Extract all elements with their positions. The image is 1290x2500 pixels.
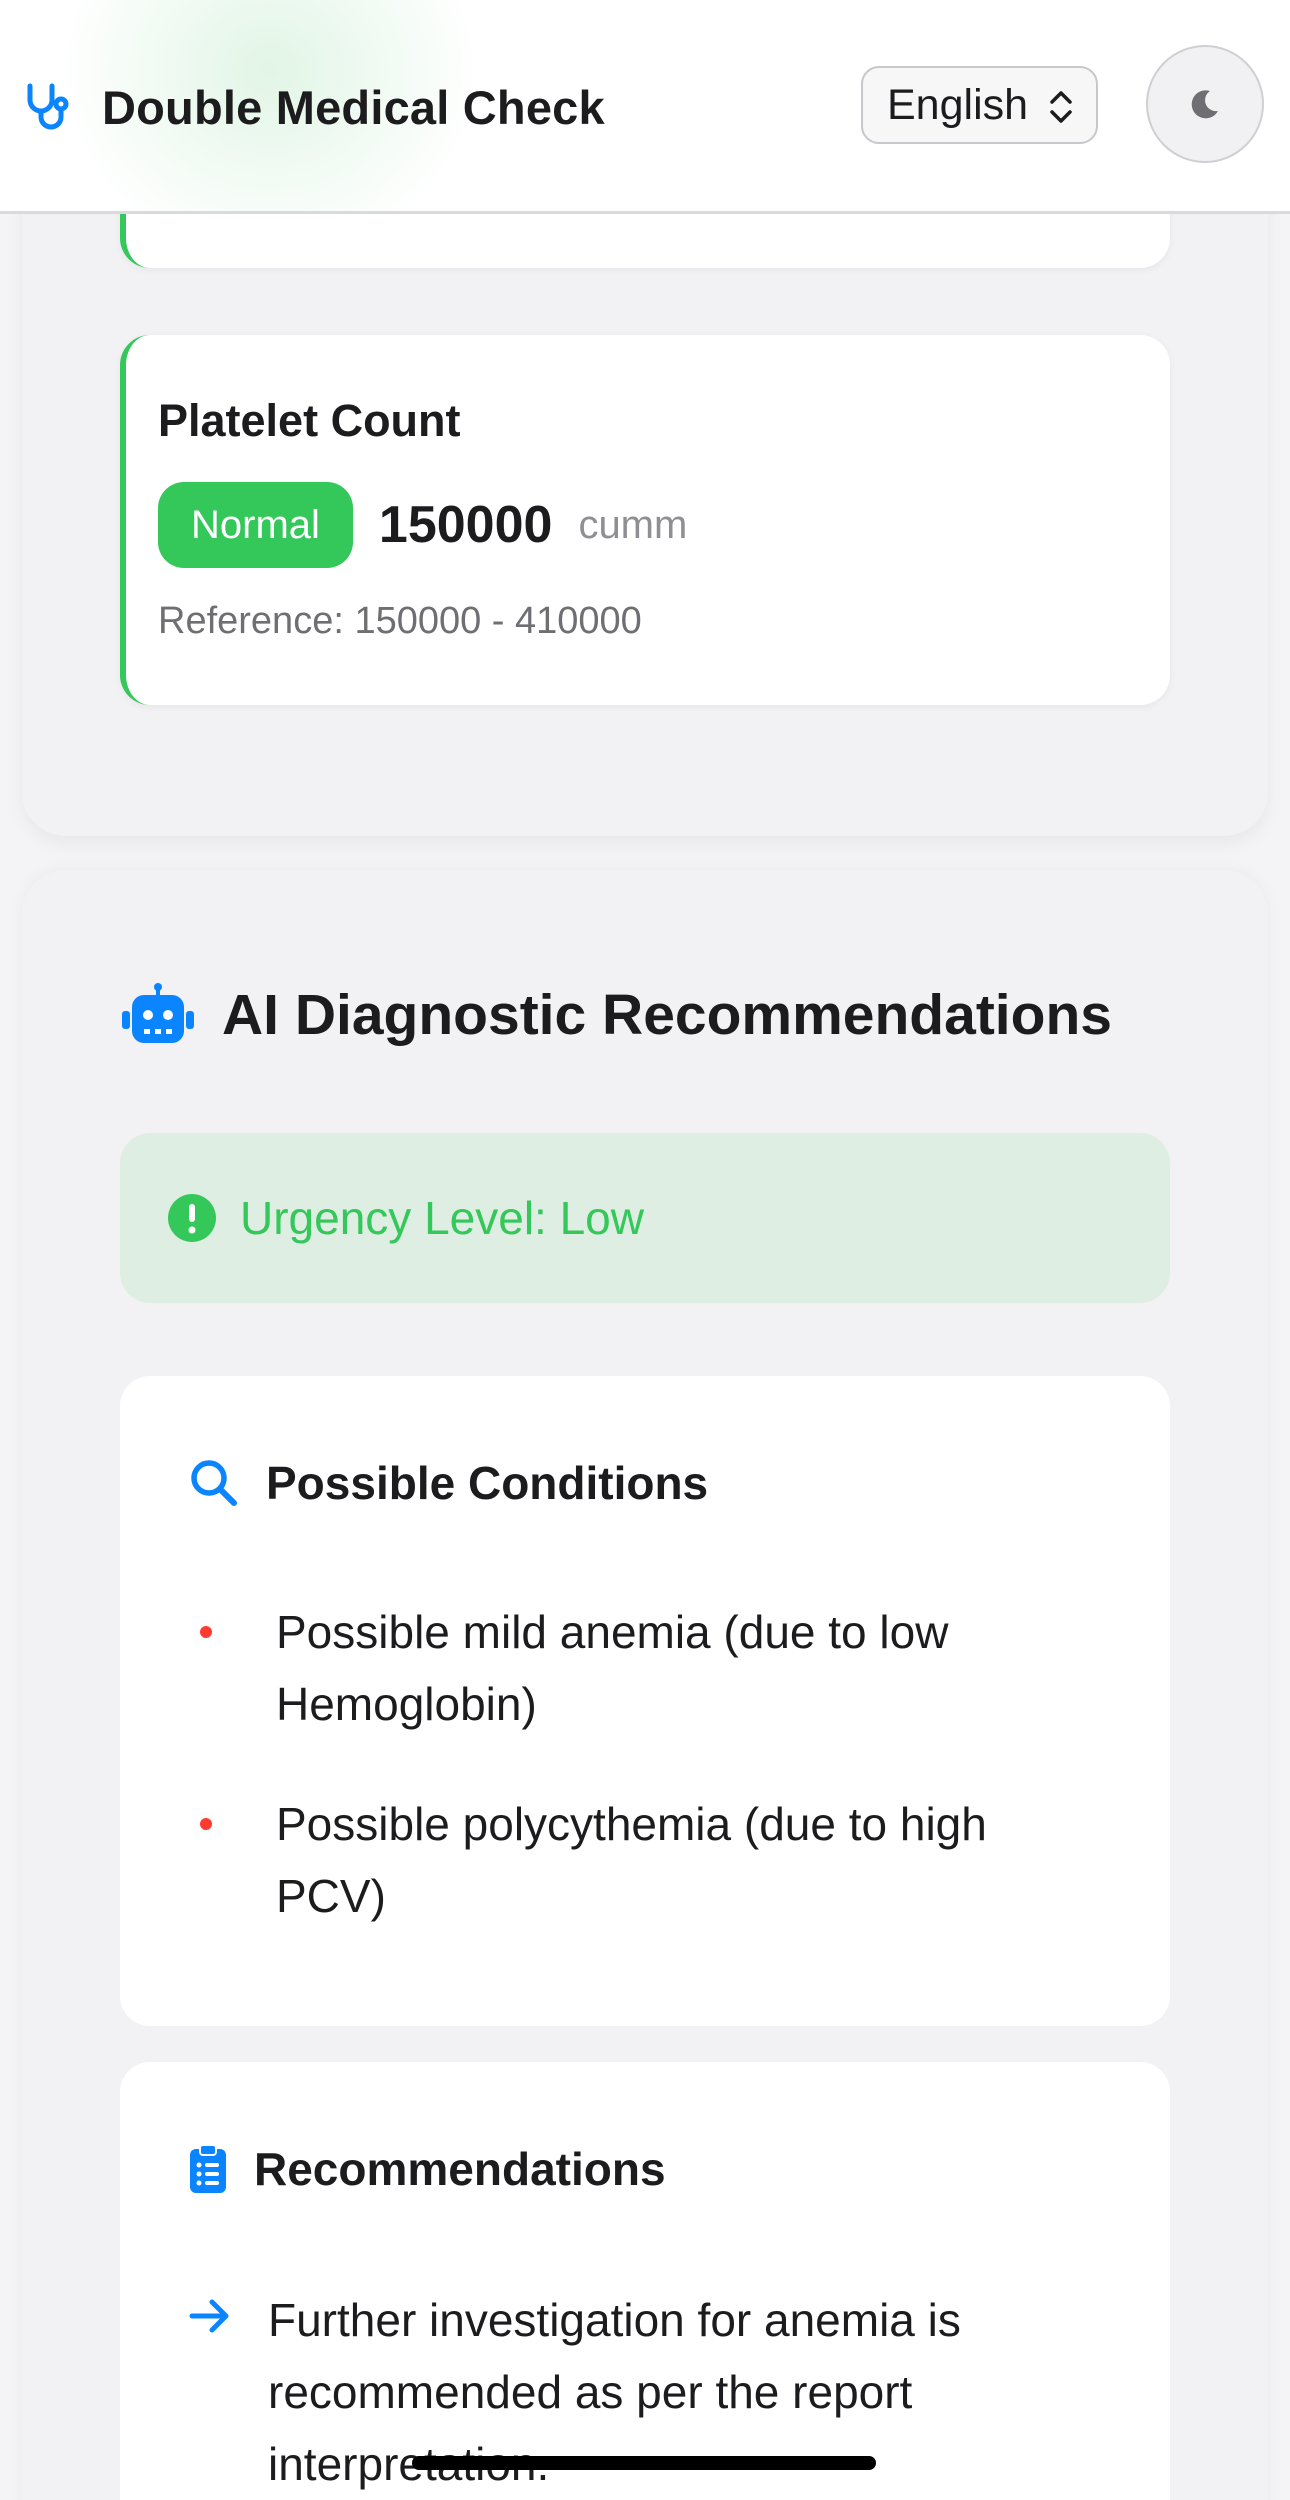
app-screen: Double Medical Check English Platelet Co… xyxy=(0,0,1290,2500)
chevron-up-down-icon xyxy=(1050,91,1072,123)
status-badge: Normal xyxy=(158,482,353,568)
language-select-value: English xyxy=(887,80,1029,129)
theme-toggle-button[interactable] xyxy=(1146,45,1264,163)
condition-text: Possible polycythemia (due to high PCV) xyxy=(276,1798,987,1922)
test-result-card-platelet: Platelet Count Normal 150000 cumm Refere… xyxy=(120,335,1170,705)
test-value-row: Normal 150000 cumm xyxy=(158,482,687,568)
recommendations-heading-text: Recommendations xyxy=(254,2143,666,2195)
alert-circle-icon xyxy=(168,1194,216,1242)
search-icon xyxy=(191,1460,237,1506)
condition-text: Possible mild anemia (due to low Hemoglo… xyxy=(276,1606,949,1730)
stethoscope-icon xyxy=(27,83,69,130)
clipboard-icon xyxy=(190,2144,226,2193)
conditions-heading-text: Possible Conditions xyxy=(266,1457,709,1509)
urgency-banner: Urgency Level: Low xyxy=(120,1133,1170,1303)
list-item: Possible mild anemia (due to low Hemoglo… xyxy=(188,1596,1088,1740)
urgency-text: Urgency Level: Low xyxy=(240,1192,644,1244)
bullet-icon xyxy=(200,1626,212,1638)
recommendations-card: Recommendations Further investigation fo… xyxy=(120,2062,1170,2500)
moon-icon xyxy=(1191,90,1218,119)
test-unit: cumm xyxy=(578,502,688,547)
conditions-heading: Possible Conditions xyxy=(188,1456,708,1510)
arrow-right-icon xyxy=(189,2299,229,2333)
robot-icon xyxy=(122,983,194,1043)
brand[interactable]: Double Medical Check xyxy=(22,72,605,142)
recommendations-heading: Recommendations xyxy=(188,2142,666,2196)
conditions-card: Possible Conditions Possible mild anemia… xyxy=(120,1376,1170,2026)
language-select[interactable]: English xyxy=(861,66,1098,144)
ai-section-title: AI Diagnostic Recommendations xyxy=(120,975,1112,1055)
home-indicator[interactable] xyxy=(412,2456,876,2470)
ai-title-text: AI Diagnostic Recommendations xyxy=(222,983,1112,1047)
test-reference: Reference: 150000 - 410000 xyxy=(158,600,642,642)
test-name: Platelet Count xyxy=(158,395,461,446)
bullet-icon xyxy=(200,1818,212,1830)
app-header: Double Medical Check English xyxy=(0,0,1290,214)
list-item: Possible polycythemia (due to high PCV) xyxy=(188,1788,1088,1932)
test-value: 150000 xyxy=(378,496,553,554)
app-title: Double Medical Check xyxy=(102,80,605,134)
